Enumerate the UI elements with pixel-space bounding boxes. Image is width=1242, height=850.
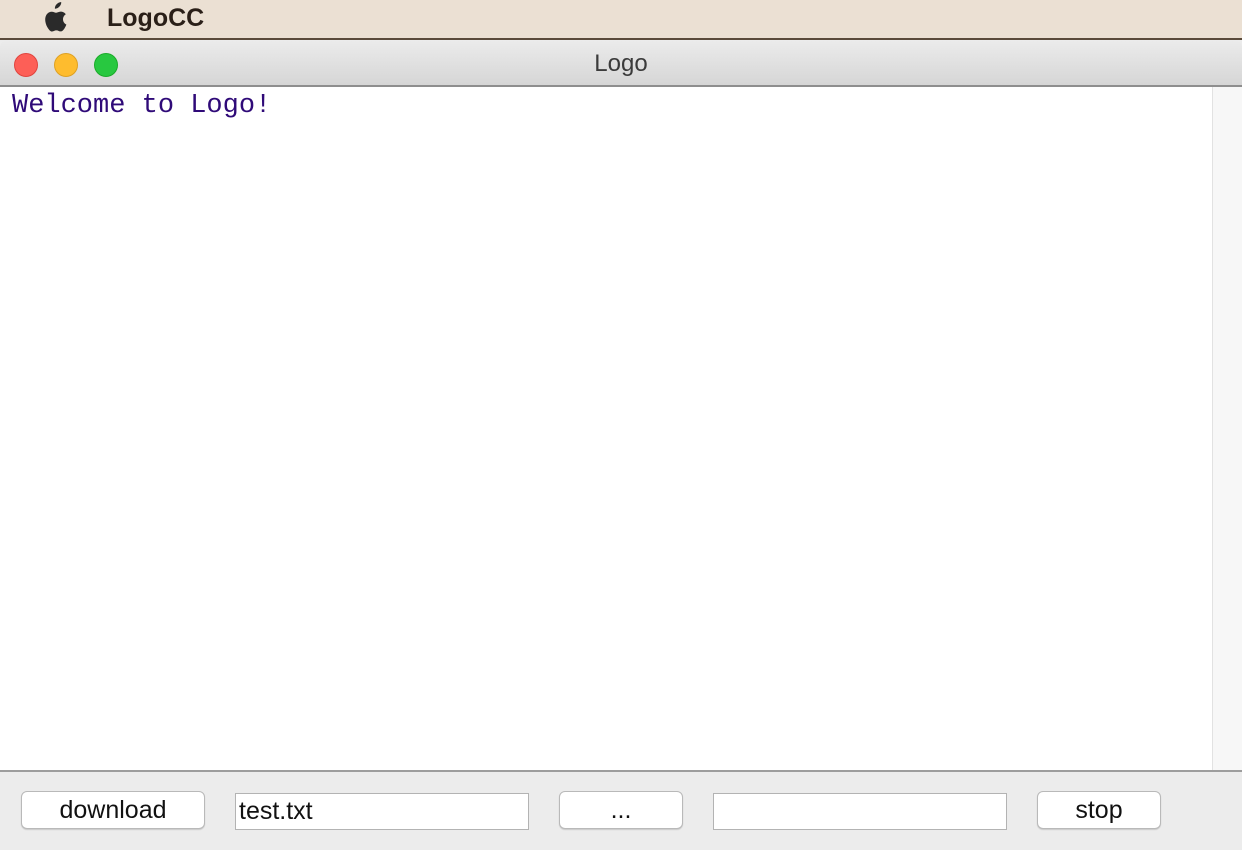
- logo-window: Logo Welcome to Logo! download test.txt …: [0, 41, 1242, 850]
- window-title: Logo: [594, 50, 648, 77]
- console-scrollbar[interactable]: [1212, 87, 1242, 771]
- app-name-menu[interactable]: LogoCC: [107, 4, 204, 33]
- toolbar-divider: [0, 770, 1242, 772]
- menu-bar: LogoCC: [0, 0, 1242, 40]
- filename-field[interactable]: test.txt: [235, 793, 529, 830]
- console-welcome-text: Welcome to Logo!: [12, 91, 272, 121]
- browse-button[interactable]: ...: [559, 791, 683, 829]
- stop-button[interactable]: stop: [1037, 791, 1161, 829]
- download-button[interactable]: download: [21, 791, 205, 829]
- console-output[interactable]: Welcome to Logo!: [0, 87, 1212, 771]
- title-bar[interactable]: Logo: [0, 41, 1242, 87]
- command-input[interactable]: [713, 793, 1007, 830]
- apple-logo-icon[interactable]: [40, 2, 68, 34]
